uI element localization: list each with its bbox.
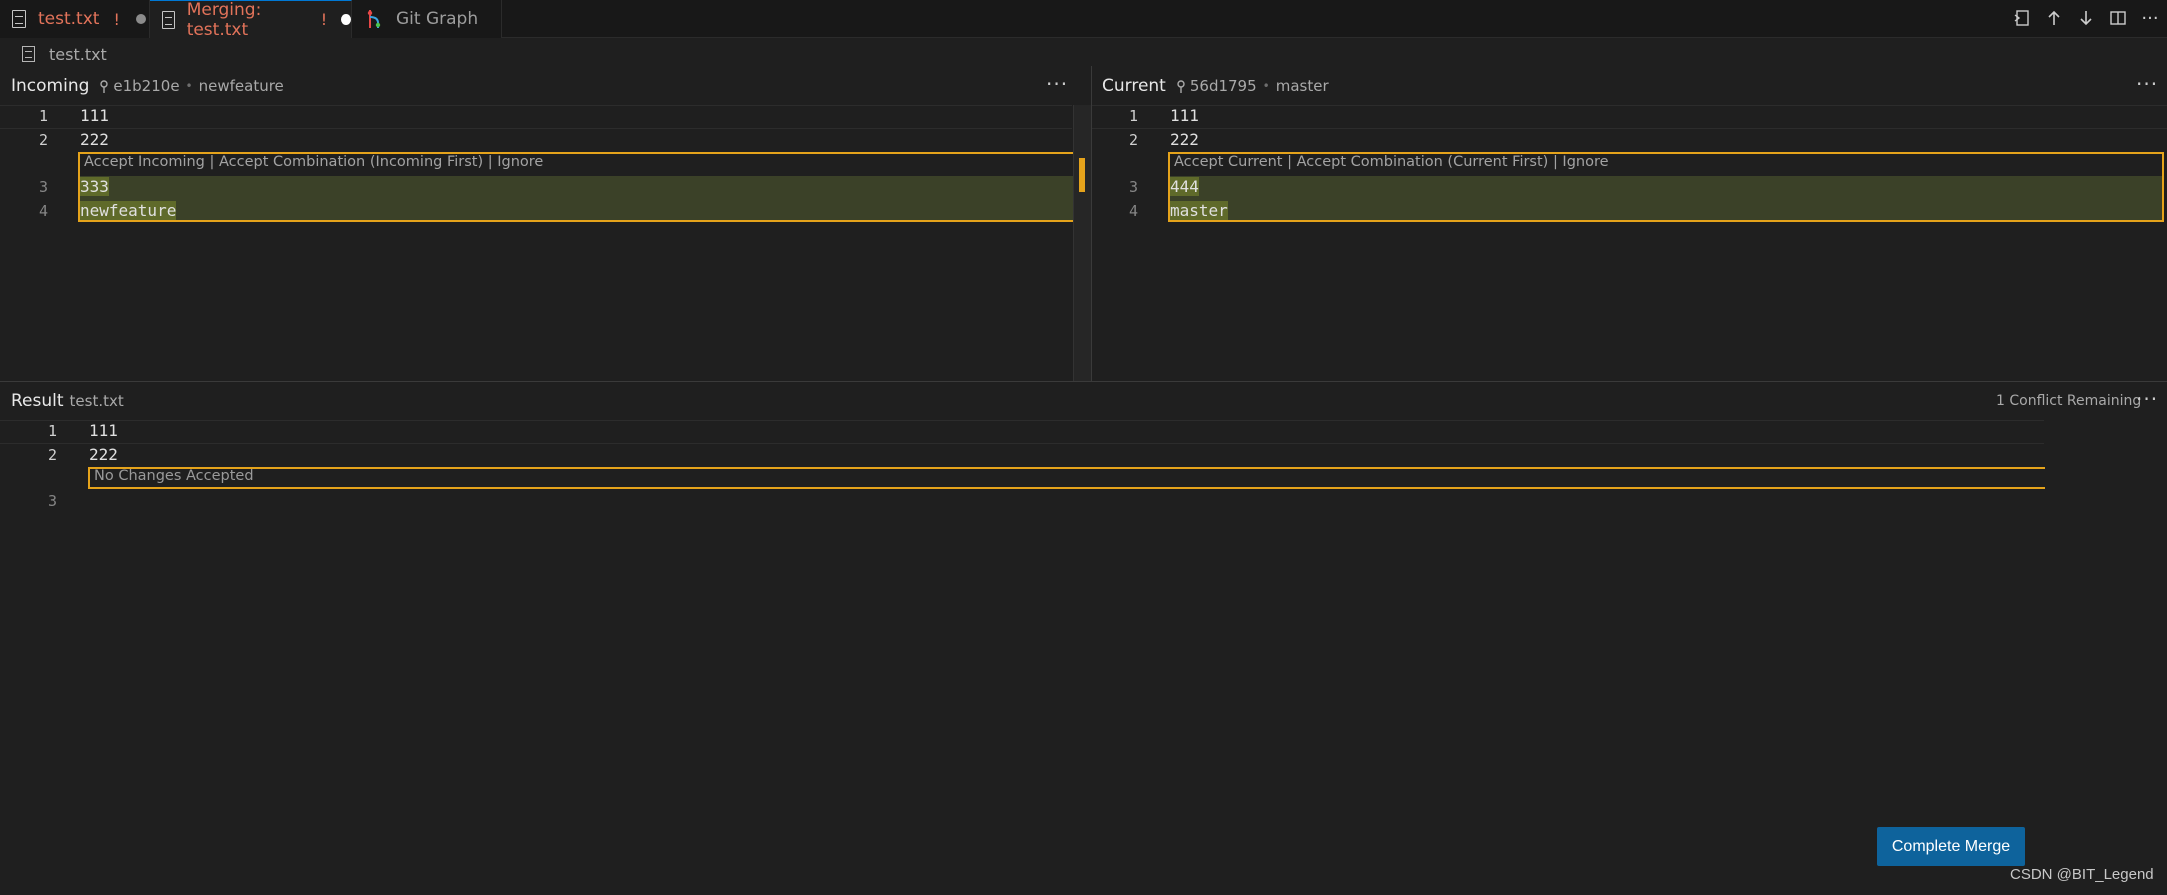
separator-dot: • [185,79,193,93]
conflicts-remaining[interactable]: 1 Conflict Remaining [1996,393,2141,409]
line-number: 1 [38,107,48,125]
current-more-icon[interactable]: ··· [2136,72,2158,96]
tab-git-graph[interactable]: Git Graph [352,0,502,38]
line-number: 2 [47,446,57,464]
line-highlight-border [0,128,1072,129]
code-line[interactable]: 111 [89,421,118,440]
error-indicator: ! [113,9,120,29]
complete-merge-button[interactable]: Complete Merge [1877,827,2025,866]
line-number: 4 [38,202,48,220]
tab-label: Merging: test.txt [186,0,262,40]
code-line[interactable]: 222 [80,130,109,149]
incoming-codelens-actions[interactable]: Accept Incoming | Accept Combination (In… [84,154,543,170]
breadcrumb[interactable]: test.txt [22,42,107,66]
line-number: 3 [38,178,48,196]
open-changes-icon[interactable] [2011,6,2033,30]
line-highlight-border [1092,128,2167,129]
code-line[interactable]: 444 [1170,177,1199,196]
changed-text: master [1170,201,1228,220]
changed-text: newfeature [80,201,177,220]
result-file: test.txt [69,392,124,410]
current-commit[interactable]: 56d1795 [1176,77,1257,95]
editor-toolbar: ··· [2011,6,2161,30]
code-line[interactable]: master [1170,201,1228,220]
breadcrumb-file[interactable]: test.txt [49,45,107,64]
commit-hash: 56d1795 [1189,77,1257,95]
file-icon [162,10,175,29]
conflict-scroll-marker[interactable] [1079,158,1085,192]
watermark: CSDN @BIT_Legend [2010,866,2154,883]
result-placeholder: No Changes Accepted [94,468,254,484]
tab-label: Git Graph [396,9,479,29]
git-commit-icon [1177,80,1185,93]
result-conflict-box [88,467,2045,489]
changed-text: 444 [1170,177,1199,196]
incoming-overview-ruler[interactable] [1073,105,1091,381]
code-line[interactable]: newfeature [80,201,177,220]
file-icon [22,46,35,62]
changed-text: 333 [80,177,109,196]
commit-hash: e1b210e [113,77,180,95]
line-highlight-border [1092,105,2167,106]
pane-splitter[interactable] [1091,66,1092,382]
code-line[interactable]: 333 [80,177,109,196]
line-highlight-border [0,105,1072,106]
split-editor-icon[interactable] [2107,6,2129,30]
line-number: 2 [1128,131,1138,149]
tab-merging-test-txt[interactable]: Merging: test.txt ! [150,0,352,40]
unsaved-dot-icon[interactable] [135,14,146,24]
arrow-up-icon[interactable] [2043,6,2065,30]
more-actions-icon[interactable]: ··· [2139,6,2161,30]
git-graph-icon [367,10,381,28]
incoming-more-icon[interactable]: ··· [1046,72,1068,96]
result-splitter[interactable] [0,381,2167,382]
line-number: 4 [1128,202,1138,220]
incoming-header: Incoming e1b210e • newfeature [11,71,284,101]
code-line[interactable]: 222 [1170,130,1199,149]
line-number: 1 [47,422,57,440]
code-line[interactable]: 111 [1170,106,1199,125]
tab-label: test.txt [38,9,100,29]
current-codelens-actions[interactable]: Accept Current | Accept Combination (Cur… [1174,154,1609,170]
arrow-down-icon[interactable] [2075,6,2097,30]
incoming-branch: newfeature [198,77,284,95]
incoming-title: Incoming [11,76,90,96]
current-title: Current [1102,76,1166,96]
unsaved-dot-icon[interactable] [341,14,351,25]
separator-dot: • [1262,79,1270,93]
code-line[interactable]: 222 [89,445,118,464]
error-indicator: ! [320,10,328,29]
code-line[interactable]: 111 [80,106,109,125]
result-title: Result [11,391,64,411]
tab-test-txt[interactable]: test.txt ! [0,0,150,38]
line-highlight-border [0,443,2044,444]
result-status: 1 Conflict Remaining [1996,386,2141,416]
tab-bar: test.txt ! Merging: test.txt ! Git Graph [0,0,2167,40]
git-commit-icon [100,80,109,93]
result-more-icon[interactable]: ··· [2136,387,2158,411]
current-branch: master [1275,77,1329,95]
current-header: Current 56d1795 • master [1102,71,1329,101]
incoming-commit[interactable]: e1b210e [99,77,180,95]
line-highlight-border [0,420,2044,421]
result-header: Result test.txt [11,386,124,416]
line-number: 1 [1128,107,1138,125]
file-icon [12,10,26,28]
line-number: 3 [1128,178,1138,196]
line-number: 3 [47,492,57,510]
line-number: 2 [38,131,48,149]
